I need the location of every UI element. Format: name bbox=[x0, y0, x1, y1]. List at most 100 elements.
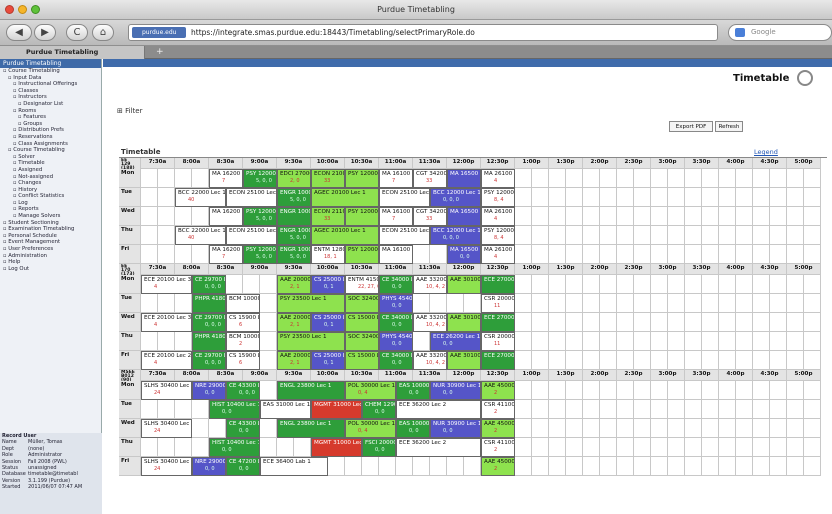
search-field[interactable]: Google bbox=[728, 24, 832, 41]
sidebar-item[interactable]: ▫ Student Sectioning bbox=[0, 220, 101, 227]
class-assignment[interactable]: ECE 20100 Lec 34 bbox=[141, 275, 192, 294]
sidebar-item-label[interactable]: Distribution Prefs bbox=[18, 127, 64, 133]
class-label[interactable]: MA 16500 Lec 1 bbox=[450, 247, 480, 253]
sidebar-item[interactable]: ▫ Course Timetabling bbox=[0, 68, 101, 75]
sidebar-item-label[interactable]: Reservations bbox=[18, 134, 52, 140]
sidebar-item[interactable]: ▫ User Preferences bbox=[0, 246, 101, 253]
class-label[interactable]: ECE 26200 Lec 1 bbox=[433, 334, 480, 340]
sidebar-item[interactable]: ▫ Examination Timetabling bbox=[0, 226, 101, 233]
class-assignment[interactable]: MA 26100 Lec 14 bbox=[481, 207, 515, 226]
class-assignment[interactable]: CE 47200 Lec 10, 0 bbox=[226, 457, 260, 476]
class-assignment[interactable]: AAE 30100 Lec 1 bbox=[447, 313, 481, 332]
sidebar-item[interactable]: ▫ Manage Solvers bbox=[0, 213, 101, 220]
class-assignment[interactable]: PSY 23500 Lec 1 bbox=[277, 294, 345, 313]
class-assignment[interactable]: ENGL 23800 Lec 1 bbox=[277, 419, 345, 438]
class-assignment[interactable]: ECE 36400 Lab 1 bbox=[260, 457, 328, 476]
class-assignment[interactable]: MA 26100 Lec 14 bbox=[481, 169, 515, 188]
class-assignment[interactable]: BCC 22000 Lec 1 40 bbox=[175, 226, 226, 245]
class-label[interactable]: ECE 27000 Lec 1 bbox=[484, 315, 514, 321]
sidebar-item-label[interactable]: Manage Solvers bbox=[18, 213, 60, 219]
sidebar-item[interactable]: ▫ Class Assignments bbox=[0, 141, 101, 148]
class-label[interactable]: AAE 30100 Lec 1 bbox=[450, 353, 480, 359]
class-assignment[interactable]: CE 43300 Lec 10, 0, 0 bbox=[226, 381, 260, 400]
class-assignment[interactable]: MA 26100 Lec 14 bbox=[481, 245, 515, 264]
class-label[interactable]: AAE 20000 Lec 1 bbox=[280, 277, 310, 283]
sidebar-item-label[interactable]: Class Assignments bbox=[18, 141, 68, 147]
class-label[interactable]: FSCI 20000 Lec 1 bbox=[365, 440, 395, 446]
sidebar-item-label[interactable]: Event Management bbox=[8, 239, 60, 245]
sidebar-item[interactable]: ▫ Event Management bbox=[0, 239, 101, 246]
class-label[interactable]: CS 25000 Lec 1 bbox=[314, 315, 344, 321]
class-label[interactable]: CGT 34200 Lec 1 bbox=[416, 171, 446, 177]
sidebar-item[interactable]: ▫ Conflict Statistics bbox=[0, 193, 101, 200]
class-label[interactable]: MGMT 31000 Lec 1 bbox=[314, 402, 361, 408]
class-label[interactable]: CS 25000 Lec 1 bbox=[314, 353, 344, 359]
class-label[interactable]: AGEC 20100 Lec 1 bbox=[314, 190, 366, 196]
class-label[interactable]: ECE 36200 Lec 2 bbox=[399, 402, 446, 408]
sidebar-item-label[interactable]: Student Sectioning bbox=[8, 220, 58, 226]
sidebar-item-label[interactable]: Instructional Offerings bbox=[18, 81, 77, 87]
class-label[interactable]: POL 30000 Lec 1 bbox=[348, 421, 395, 427]
class-label[interactable]: SOC 32400 Lec 1 bbox=[348, 296, 378, 302]
class-label[interactable]: CS 15000 Lec 1 bbox=[348, 315, 378, 321]
class-label[interactable]: CE 29700 Lec 1 bbox=[195, 353, 225, 359]
class-assignment[interactable]: PHPR 41800 Lec 1 bbox=[192, 294, 226, 313]
class-assignment[interactable]: AAE 20000 Lec 12, 1 bbox=[277, 351, 311, 370]
sidebar-item[interactable]: ▫ Solver bbox=[0, 154, 101, 161]
class-assignment[interactable]: ENTM 41500 Lec 122, 27, 0 bbox=[345, 275, 379, 294]
class-label[interactable]: CE 43300 Lec 1 bbox=[229, 421, 259, 427]
class-assignment[interactable]: MA 16200 Lec 17 bbox=[209, 169, 243, 188]
sidebar-item-label[interactable]: Administration bbox=[8, 253, 47, 259]
sidebar-item[interactable]: ▫ Changes bbox=[0, 180, 101, 187]
sidebar-item[interactable]: ▫ Groups bbox=[0, 121, 101, 128]
class-label[interactable]: NRE 29000 Lec 1 bbox=[195, 383, 225, 389]
class-assignment[interactable]: ECON 21100 Lec 133 bbox=[311, 207, 345, 226]
class-label[interactable]: BCC 22000 Lec 1 bbox=[178, 190, 225, 196]
class-assignment[interactable]: CS 25000 Lec 10, 1 bbox=[311, 351, 345, 370]
sidebar-item[interactable]: ▫ Log bbox=[0, 200, 101, 207]
class-assignment[interactable]: AAE 33200 Lec 110, 4, 2 bbox=[413, 275, 447, 294]
class-assignment[interactable]: PSY 12000 Lec 5 bbox=[345, 207, 379, 226]
class-label[interactable]: EAS 10000 Lec 1 bbox=[399, 421, 429, 427]
class-assignment[interactable]: ECE 36200 Lec 2 bbox=[396, 438, 481, 457]
class-label[interactable]: ECE 20100 Lec 3 bbox=[144, 315, 191, 321]
class-assignment[interactable]: PSY 23500 Lec 1 bbox=[277, 332, 345, 351]
class-label[interactable]: CE 29700 Lec 1 bbox=[195, 277, 225, 283]
class-assignment[interactable]: AAE 20000 Lec 12, 1 bbox=[277, 275, 311, 294]
class-label[interactable]: PSY 12000 Lec 4 bbox=[246, 247, 276, 253]
class-assignment[interactable]: AAE 20000 Lec 12, 1 bbox=[277, 313, 311, 332]
class-assignment[interactable]: PHYS 45400 Lec 10, 0 bbox=[379, 332, 413, 351]
filter-label[interactable]: Filter bbox=[125, 107, 142, 115]
export-pdf-button[interactable]: Export PDF bbox=[669, 121, 713, 132]
class-assignment[interactable]: ENGL 23800 Lec 1 bbox=[277, 381, 345, 400]
class-label[interactable]: CE 34000 Lec 1 bbox=[382, 353, 412, 359]
class-label[interactable]: CSR 20000 Lec 1 bbox=[484, 296, 514, 302]
class-label[interactable]: ECE 36200 Lec 2 bbox=[399, 440, 446, 446]
sidebar-item-label[interactable]: Changes bbox=[18, 180, 41, 186]
class-label[interactable]: PSY 12000 Lec 6 bbox=[348, 171, 378, 177]
class-label[interactable]: CSR 41100 Lec 1 bbox=[484, 402, 514, 408]
class-label[interactable]: ECE 20100 Lec 3 bbox=[144, 277, 191, 283]
sidebar-item[interactable]: ▫ Not-assigned bbox=[0, 174, 101, 181]
class-label[interactable]: BCC 12000 Lec 1 bbox=[433, 190, 480, 196]
expand-icon[interactable]: ⊞ bbox=[117, 107, 123, 115]
class-label[interactable]: MA 16100 Lec 1 bbox=[382, 247, 412, 253]
class-assignment[interactable]: CSR 20000 Lec 111 bbox=[481, 332, 515, 351]
class-assignment[interactable]: EAS 10000 Lec 10, 0 bbox=[396, 419, 430, 438]
class-label[interactable]: CE 47200 Lec 1 bbox=[229, 459, 259, 465]
class-assignment[interactable]: PHYS 45400 Lec 10, 0 bbox=[379, 294, 413, 313]
class-assignment[interactable]: PSY 12000 Lec 15, 0, 0 bbox=[243, 169, 277, 188]
class-assignment[interactable]: ECON 25100 Lec 1 bbox=[379, 226, 430, 245]
class-assignment[interactable]: MA 16200 Lec 17 bbox=[209, 245, 243, 264]
class-label[interactable]: MA 26100 Lec 1 bbox=[484, 247, 514, 253]
class-assignment[interactable]: ECE 27000 Lec 1 bbox=[481, 275, 515, 294]
class-label[interactable]: HIST 10400 Lec 1 bbox=[212, 402, 259, 408]
sidebar-item-label[interactable]: Course Timetabling bbox=[8, 68, 60, 74]
sidebar-item[interactable]: ▫ Input Data bbox=[0, 75, 101, 82]
class-assignment[interactable]: ECE 20100 Lec 24 bbox=[141, 351, 192, 370]
sidebar-item[interactable]: ▫ Classes bbox=[0, 88, 101, 95]
refresh-button[interactable]: Refresh bbox=[715, 121, 743, 132]
class-assignment[interactable]: MA 16500 Lec 1 bbox=[447, 169, 481, 188]
class-assignment[interactable]: MA 16500 Lec 10, 0 bbox=[447, 245, 481, 264]
class-assignment[interactable]: POL 30000 Lec 1 0, 4 bbox=[345, 381, 396, 400]
